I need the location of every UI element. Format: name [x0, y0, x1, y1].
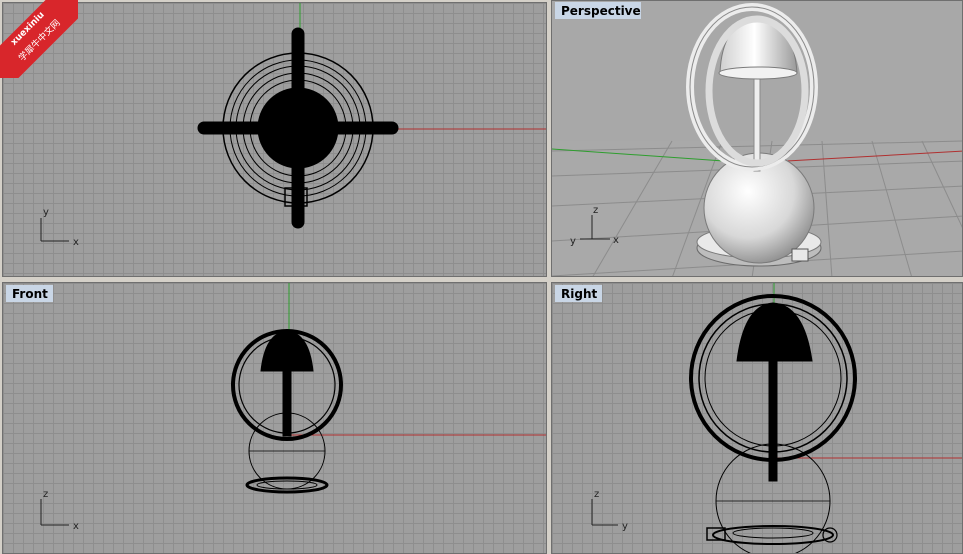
axis-label-x: x: [73, 237, 79, 248]
viewport-top[interactable]: y x: [2, 2, 547, 277]
front-view-canvas: Front z x: [6, 283, 546, 532]
right-axis-widget: z y: [591, 489, 628, 532]
viewport-label-perspective: Perspective: [561, 4, 641, 18]
axis-label-y: y: [622, 521, 628, 532]
axis-label-y: y: [43, 207, 49, 218]
right-view-canvas: Right z y: [555, 283, 962, 553]
axis-label-z: z: [43, 489, 48, 500]
top-axis-widget: y x: [40, 207, 79, 248]
axis-label-x: x: [73, 521, 79, 532]
perspective-axis-widget: z x y: [570, 205, 619, 247]
viewport-label-front: Front: [12, 287, 48, 301]
front-axis-widget: z x: [40, 489, 79, 532]
viewport-label-right: Right: [561, 287, 597, 301]
watermark-badge: xuexiniu 学犀牛中文网: [0, 0, 78, 78]
axis-label-z: z: [594, 489, 599, 500]
axis-label-y: y: [570, 236, 576, 247]
top-view-canvas: y x: [40, 3, 546, 248]
lamp-top-wireframe: [197, 27, 399, 229]
viewport-perspective[interactable]: Perspective z x y: [551, 0, 963, 277]
axis-label-x: x: [613, 235, 619, 246]
viewport-right[interactable]: Right z y: [551, 282, 963, 554]
watermark-band: xuexiniu 学犀牛中文网: [0, 0, 78, 78]
viewport-front[interactable]: Front z x: [2, 282, 547, 554]
lamp-right-wireframe: [689, 294, 857, 553]
axis-label-z: z: [593, 205, 598, 216]
lamp-front-wireframe: [231, 329, 343, 494]
perspective-view-canvas: Perspective z x y: [552, 1, 962, 276]
